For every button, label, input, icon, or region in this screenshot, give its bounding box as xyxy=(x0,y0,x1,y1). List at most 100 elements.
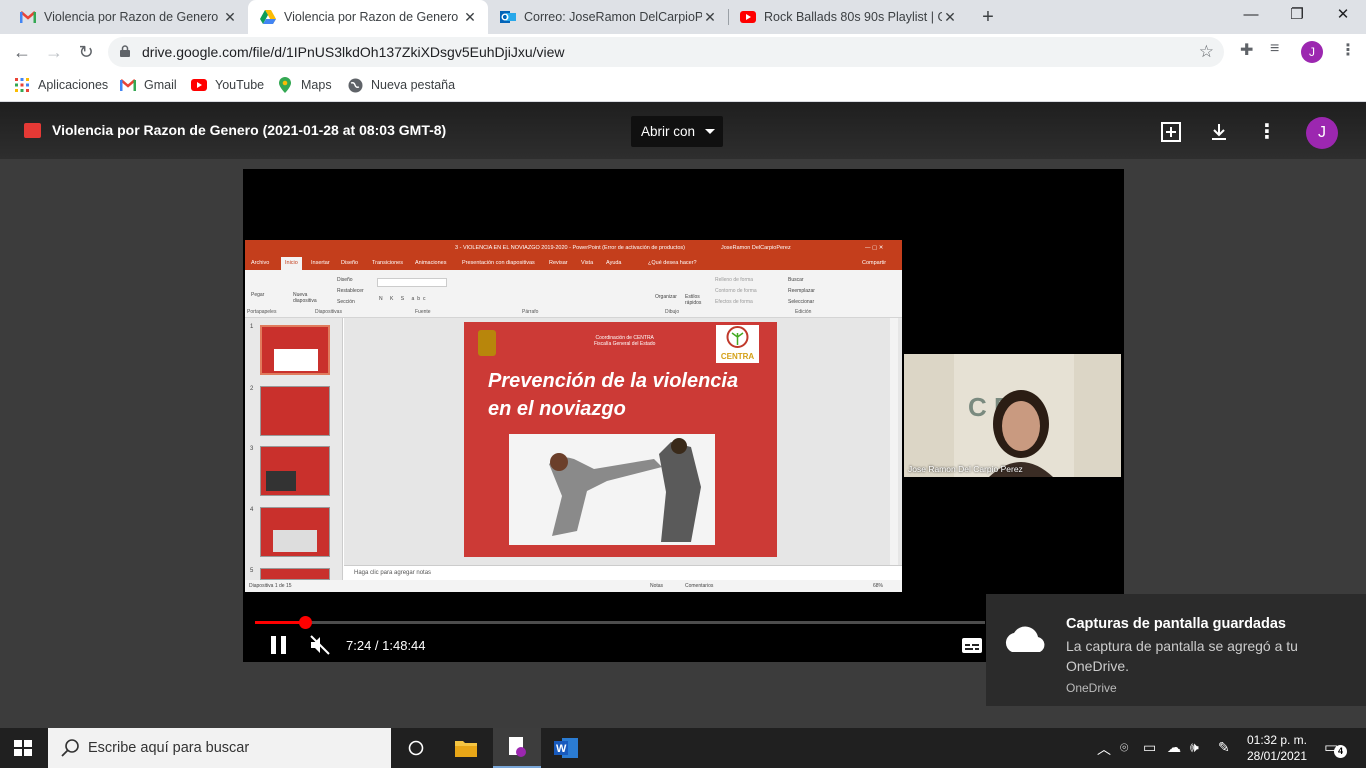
add-to-drive-icon[interactable] xyxy=(1159,121,1183,145)
pp-comments-button: Comentarios xyxy=(685,583,714,589)
pp-replace: Reemplazar xyxy=(788,288,815,294)
search-icon xyxy=(61,739,79,757)
tab-title: Violencia por Razon de Genero (2 xyxy=(284,10,462,24)
volume-muted-icon[interactable] xyxy=(309,634,331,656)
pp-group-label: Dibujo xyxy=(665,309,680,315)
pp-ribbon: Pegar Nueva diapositiva Diseño Restablec… xyxy=(245,270,902,318)
pp-group-label: Portapapeles xyxy=(247,309,277,315)
extensions-puzzle-icon[interactable]: ✚ xyxy=(1240,40,1253,60)
back-button[interactable]: ← xyxy=(10,40,34,64)
slide-title-line1: Prevención de la violencia xyxy=(488,370,739,392)
lock-icon[interactable] xyxy=(120,45,130,57)
bookmark-gmail[interactable]: Gmail xyxy=(120,77,177,93)
clock-time: 01:32 p. m. xyxy=(1246,733,1308,747)
pp-shape-outline: Contorno de forma xyxy=(715,288,757,294)
network-icon[interactable]: ▭ xyxy=(1143,739,1156,756)
action-center-icon[interactable]: ▭ 4 xyxy=(1324,738,1347,758)
close-tab-icon[interactable]: ✕ xyxy=(702,9,718,26)
thumb-number: 4 xyxy=(250,507,254,513)
bookmark-star-icon[interactable]: ☆ xyxy=(1199,42,1214,62)
captions-icon[interactable] xyxy=(962,638,982,653)
progress-bar[interactable] xyxy=(255,616,985,629)
file-explorer-icon[interactable] xyxy=(442,728,490,768)
video-file-icon xyxy=(24,123,41,138)
maximize-window-button[interactable]: ❐ xyxy=(1274,0,1320,32)
bookmark-youtube[interactable]: YouTube xyxy=(191,77,264,93)
new-tab-button[interactable]: + xyxy=(976,5,1000,29)
pp-tab-active: Inicio xyxy=(281,257,302,270)
windows-start-icon[interactable] xyxy=(14,740,32,756)
pause-icon[interactable] xyxy=(271,636,287,654)
tree-icon xyxy=(726,326,749,348)
pp-font-box xyxy=(377,278,447,287)
notification-toast[interactable]: Capturas de pantalla guardadas La captur… xyxy=(986,594,1366,706)
viewer-header: Violencia por Razon de Genero (2021-01-2… xyxy=(0,103,1366,159)
pen-workspace-icon[interactable]: ✎ xyxy=(1218,739,1230,756)
more-options-icon[interactable]: ⋮ xyxy=(1255,121,1279,145)
tab-title: Rock Ballads 80s 90s Playlist | Gre xyxy=(764,10,942,24)
reload-button[interactable]: ↻ xyxy=(74,40,98,64)
pp-group-label: Fuente xyxy=(415,309,431,315)
volume-icon[interactable]: 🕪 xyxy=(1190,739,1199,756)
minimize-window-button[interactable]: — xyxy=(1228,0,1274,32)
pp-tab: Vista xyxy=(581,260,594,266)
media-queue-icon[interactable]: ≡ xyxy=(1270,40,1279,58)
centra-logo: CENTRA xyxy=(716,325,759,363)
thumb-number: 2 xyxy=(250,386,254,392)
close-window-button[interactable]: ✕ xyxy=(1320,0,1366,32)
pp-user-name: JoseRamon DelCarpioPerez xyxy=(721,245,791,251)
pp-tab: Transiciones xyxy=(372,260,403,266)
browser-tab[interactable]: Rock Ballads 80s 90s Playlist | Gre ✕ xyxy=(728,0,968,34)
webcam-feed: C RA Jose Ramon Del Carpio Perez xyxy=(904,354,1121,477)
slide-title-line2: en el noviazgo xyxy=(488,398,626,420)
bookmark-new-tab[interactable]: Nueva pestaña xyxy=(347,77,455,93)
cortana-icon[interactable] xyxy=(392,728,440,768)
close-tab-icon[interactable]: ✕ xyxy=(462,9,478,26)
onedrive-tray-icon[interactable]: ☁ xyxy=(1167,739,1181,756)
account-avatar[interactable]: J xyxy=(1306,117,1338,149)
pp-find: Buscar xyxy=(788,277,804,283)
show-hidden-icons-chevron[interactable]: ︿ xyxy=(1097,739,1111,759)
browser-tab[interactable]: Violencia por Razon de Genero (2 ✕ xyxy=(8,0,248,34)
pp-tab: Insertar xyxy=(311,260,330,266)
chevron-down-icon xyxy=(705,129,715,134)
pp-paste: Pegar xyxy=(251,292,265,298)
word-icon[interactable]: W xyxy=(542,728,590,768)
bookmark-label: Maps xyxy=(301,78,332,92)
system-clock[interactable]: 01:32 p. m. 28/01/2021 xyxy=(1242,732,1312,764)
toast-body: La captura de pantalla se agregó a tu On… xyxy=(1066,638,1298,674)
chrome-menu-icon[interactable]: ⋮ xyxy=(1340,40,1356,60)
close-tab-icon[interactable]: ✕ xyxy=(942,9,958,26)
youtube-icon xyxy=(191,77,207,93)
pp-tab: Animaciones xyxy=(415,260,447,266)
bookmark-maps[interactable]: Maps xyxy=(277,77,332,93)
slide-thumbnail xyxy=(260,446,330,496)
bookmark-label: Aplicaciones xyxy=(38,78,109,92)
meet-now-icon[interactable]: ⌾ xyxy=(1120,739,1128,756)
profile-avatar[interactable]: J xyxy=(1301,41,1323,63)
omnibox[interactable]: drive.google.com/file/d/1IPnUS3lkdOh137Z… xyxy=(108,37,1224,67)
pp-group-label: Edición xyxy=(795,309,812,315)
browser-tab-active[interactable]: Violencia por Razon de Genero (2 ✕ xyxy=(248,0,488,34)
toast-title: Capturas de pantalla guardadas xyxy=(1066,616,1286,632)
participant-video: C RA xyxy=(904,354,1121,477)
pp-tab: Revisar xyxy=(549,260,568,266)
google-drive-icon xyxy=(260,9,276,25)
taskbar-search[interactable]: Escribe aquí para buscar xyxy=(48,728,391,768)
pp-status-bar: Diapositiva 1 de 15 Notas Comentarios 68… xyxy=(245,580,902,592)
browser-tab[interactable]: Correo: JoseRamon DelCarpioPer ✕ xyxy=(488,0,728,34)
progress-scrubber[interactable] xyxy=(299,616,312,629)
download-icon[interactable] xyxy=(1207,121,1231,145)
video-player[interactable]: 3 - VIOLENCIA EN EL NOVIAZGO 2019-2020 -… xyxy=(243,169,1124,662)
centra-logo-text: CENTRA xyxy=(720,352,755,361)
bookmark-label: Gmail xyxy=(144,78,177,92)
bookmark-apps[interactable]: Aplicaciones xyxy=(14,77,108,93)
open-with-button[interactable]: Abrir con xyxy=(631,116,723,147)
forward-button[interactable]: → xyxy=(42,40,66,64)
snip-app-icon[interactable] xyxy=(493,728,541,768)
onedrive-cloud-icon xyxy=(1005,626,1045,652)
close-tab-icon[interactable]: ✕ xyxy=(222,9,238,26)
pp-quick-styles: Estilos rápidos xyxy=(685,294,702,306)
pp-ribbon-tabs: Archivo Inicio Insertar Diseño Transicio… xyxy=(245,257,902,270)
outlook-icon xyxy=(500,9,516,25)
